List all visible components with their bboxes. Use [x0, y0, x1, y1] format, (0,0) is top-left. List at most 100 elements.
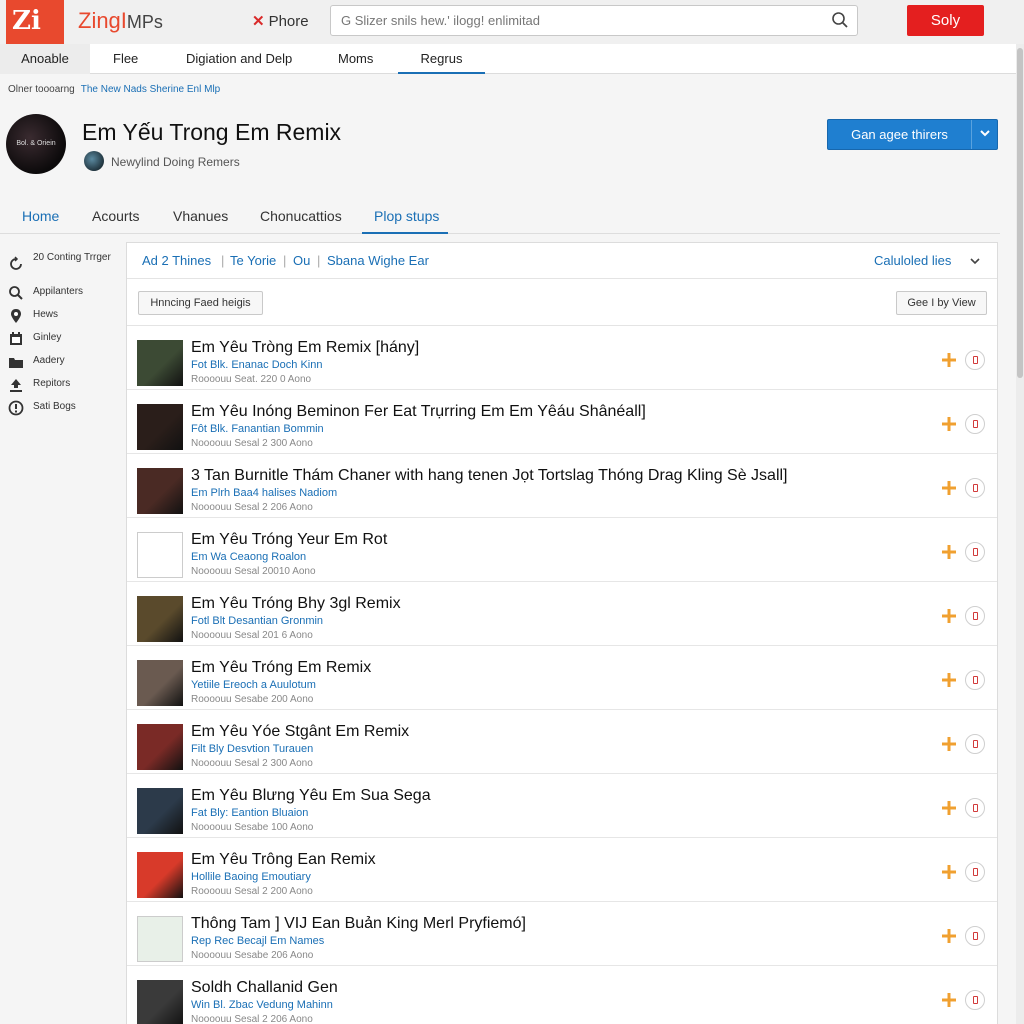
track-artist[interactable]: Em Wa Ceaong Roalon: [191, 551, 306, 563]
track-row[interactable]: Em Yêu Blưng Yêu Em Sua Sega Fat Bly: Ean…: [127, 774, 997, 838]
add-icon[interactable]: [941, 608, 957, 624]
track-row[interactable]: Em Yêu Trông Ean Remix Hollile Baoing Emo…: [127, 838, 997, 902]
add-icon[interactable]: [941, 544, 957, 560]
brand-name[interactable]: ZingIMPs: [78, 8, 163, 34]
track-row[interactable]: Em Yêu Tróng Yeur Em Rot Em Wa Ceaong Roa…: [127, 518, 997, 582]
trash-icon: [973, 996, 978, 1004]
add-icon[interactable]: [941, 864, 957, 880]
add-icon[interactable]: [941, 672, 957, 688]
filter-ad-2-thines[interactable]: Ad 2 Thines: [142, 253, 211, 268]
track-options-button[interactable]: [965, 926, 985, 946]
track-row[interactable]: Em Yêu Tròng Em Remix [hány] Fot Blk. Ena…: [127, 326, 997, 390]
chevron-down-icon[interactable]: [969, 255, 981, 267]
add-icon[interactable]: [941, 352, 957, 368]
track-meta: Noooouu Sesal 201 6 Aono: [191, 630, 313, 641]
chevron-down-icon[interactable]: [978, 126, 992, 140]
tab-acourts[interactable]: Acourts: [92, 208, 139, 224]
nav-tab-flee[interactable]: Flee: [113, 44, 138, 74]
tab-chonucattios[interactable]: Chonucattios: [260, 208, 342, 224]
scrollbar-thumb[interactable]: [1017, 48, 1023, 378]
track-options-button[interactable]: [965, 862, 985, 882]
track-row[interactable]: Em Yêu Yóe Stgânt Em Remix Filt Bly Desvt…: [127, 710, 997, 774]
track-row[interactable]: Thông Tam ] VIJ Ean Buản King Merl Pryfi…: [127, 902, 997, 966]
track-options-button[interactable]: [965, 990, 985, 1010]
signin-button[interactable]: Soly: [907, 5, 984, 36]
track-artist[interactable]: Fot Blk. Enanac Doch Kinn: [191, 359, 322, 371]
track-artist[interactable]: Hollile Baoing Emoutiary: [191, 871, 311, 883]
logo[interactable]: Zi: [6, 0, 64, 44]
add-icon[interactable]: [941, 800, 957, 816]
track-options-button[interactable]: [965, 798, 985, 818]
track-row[interactable]: Em Yêu Tróng Bhy 3gl Remix Fotl Blt Desan…: [127, 582, 997, 646]
filter-sbana[interactable]: Sbana Wighe Ear: [327, 253, 429, 268]
track-title[interactable]: Em Yêu Yóe Stgânt Em Remix: [191, 723, 409, 741]
add-icon[interactable]: [941, 928, 957, 944]
tab-vhanues[interactable]: Vhanues: [173, 208, 228, 224]
phone-link[interactable]: ✕ Phore: [252, 12, 309, 30]
track-title[interactable]: Thông Tam ] VIJ Ean Buản King Merl Pryfi…: [191, 915, 526, 933]
breadcrumb-link[interactable]: The New Nads Sherine Enl Mlp: [81, 84, 221, 95]
track-row[interactable]: Em Yêu Inóng Beminon Fer Eat Trụrring Em…: [127, 390, 997, 454]
track-artist[interactable]: Em Plrh Baa4 halises Nadiom: [191, 487, 337, 499]
track-row[interactable]: Em Yêu Tróng Em Remix Yetiile Ereoch a Au…: [127, 646, 997, 710]
search-icon[interactable]: [831, 11, 849, 29]
track-thumbnail[interactable]: [137, 788, 183, 834]
track-thumbnail[interactable]: [137, 660, 183, 706]
add-icon[interactable]: [941, 992, 957, 1008]
nav-tab-anoable[interactable]: Anoable: [0, 44, 90, 74]
collected-dropdown[interactable]: Caluloled lies: [874, 253, 951, 268]
artist-avatar[interactable]: Bol. & Oriein: [6, 114, 66, 174]
track-title[interactable]: Em Yêu Tróng Yeur Em Rot: [191, 531, 387, 549]
uploader-name[interactable]: Newylind Doing Remers: [111, 155, 240, 169]
nav-tabs: Anoable Flee Digiation and Delp Moms Reg…: [0, 44, 1024, 74]
track-title[interactable]: Em Yêu Blưng Yêu Em Sua Sega: [191, 787, 431, 805]
track-thumbnail[interactable]: [137, 852, 183, 898]
track-title[interactable]: Em Yêu Inóng Beminon Fer Eat Trụrring Em…: [191, 403, 646, 421]
track-options-button[interactable]: [965, 414, 985, 434]
track-options-button[interactable]: [965, 478, 985, 498]
track-thumbnail[interactable]: [137, 596, 183, 642]
track-options-button[interactable]: [965, 542, 985, 562]
cta-button[interactable]: Gan agee thirers: [827, 119, 998, 150]
track-options-button[interactable]: [965, 350, 985, 370]
track-title[interactable]: Em Yêu Trông Ean Remix: [191, 851, 376, 869]
view-button[interactable]: Gee I by View: [896, 291, 987, 315]
track-title[interactable]: Em Yêu Tróng Bhy 3gl Remix: [191, 595, 401, 613]
nav-tab-regrus[interactable]: Regrus: [398, 44, 485, 74]
track-row[interactable]: Soldh Challanid Gen Win Bl. Zbac Vedung M…: [127, 966, 997, 1024]
track-artist[interactable]: Fôt Blk. Fanantian Bommin: [191, 423, 324, 435]
track-title[interactable]: 3 Tan Burnitle Thám Chaner with hang ten…: [191, 467, 788, 485]
search-input[interactable]: G Slizer snils hew.' ilogg! enlimitad: [330, 5, 858, 36]
track-title[interactable]: Em Yêu Tròng Em Remix [hány]: [191, 339, 419, 357]
add-icon[interactable]: [941, 480, 957, 496]
filter-te-yorie[interactable]: Te Yorie: [230, 253, 276, 268]
track-artist[interactable]: Rep Rec Becajl Em Names: [191, 935, 324, 947]
add-icon[interactable]: [941, 736, 957, 752]
track-thumbnail[interactable]: [137, 724, 183, 770]
track-artist[interactable]: Fat Bly: Eantion Bluaion: [191, 807, 308, 819]
track-artist[interactable]: Filt Bly Desvtion Turauen: [191, 743, 313, 755]
track-thumbnail[interactable]: [137, 916, 183, 962]
track-thumbnail[interactable]: [137, 340, 183, 386]
track-options-button[interactable]: [965, 606, 985, 626]
nav-tab-moms[interactable]: Moms: [338, 44, 373, 74]
track-row[interactable]: 3 Tan Burnitle Thám Chaner with hang ten…: [127, 454, 997, 518]
track-artist[interactable]: Fotl Blt Desantian Gronmin: [191, 615, 323, 627]
uploader-avatar[interactable]: [84, 151, 104, 171]
track-artist[interactable]: Win Bl. Zbac Vedung Mahinn: [191, 999, 333, 1011]
track-title[interactable]: Em Yêu Tróng Em Remix: [191, 659, 371, 677]
tab-plop-stups[interactable]: Plop stups: [374, 208, 439, 224]
track-options-button[interactable]: [965, 670, 985, 690]
filter-ou[interactable]: Ou: [293, 253, 310, 268]
track-title[interactable]: Soldh Challanid Gen: [191, 979, 338, 997]
track-thumbnail[interactable]: [137, 532, 183, 578]
track-thumbnail[interactable]: [137, 468, 183, 514]
track-thumbnail[interactable]: [137, 404, 183, 450]
nav-tab-digiation[interactable]: Digiation and Delp: [186, 44, 292, 74]
add-icon[interactable]: [941, 416, 957, 432]
tab-home[interactable]: Home: [22, 208, 59, 224]
track-artist[interactable]: Yetiile Ereoch a Auulotum: [191, 679, 316, 691]
track-options-button[interactable]: [965, 734, 985, 754]
sort-button[interactable]: Hnncing Faed heigis: [138, 291, 263, 315]
track-thumbnail[interactable]: [137, 980, 183, 1024]
